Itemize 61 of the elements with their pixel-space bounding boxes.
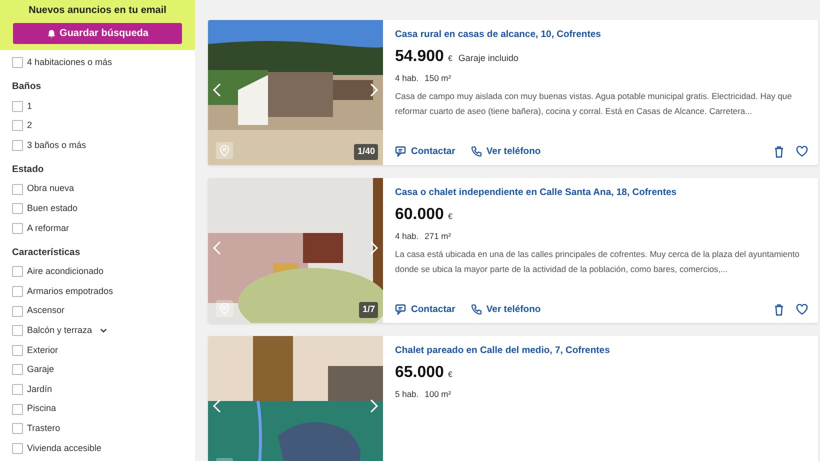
filter-checkbox[interactable]: Balcón y terraza — [12, 320, 183, 341]
currency: € — [448, 211, 452, 223]
filter-checkbox[interactable]: Trastero — [12, 418, 183, 438]
phone-icon — [471, 304, 482, 316]
favorite-button[interactable] — [796, 146, 808, 158]
chat-icon — [395, 304, 407, 316]
rooms: 4 hab. — [395, 72, 419, 85]
filter-checkbox[interactable]: 3 baños o más — [12, 136, 183, 156]
filter-checkbox[interactable]: Aire acondicionado — [12, 262, 183, 282]
listing-title-link[interactable]: Casa rural en casas de alcance, 10, Cofrentes — [395, 28, 808, 42]
listing-title-link[interactable]: Chalet pareado en Calle del medio, 7, Cofrentes — [395, 344, 808, 358]
delete-button[interactable] — [774, 304, 784, 316]
filter-checkbox[interactable]: Jardín — [12, 380, 183, 400]
phone-button[interactable]: Ver teléfono — [471, 302, 541, 317]
chat-icon — [395, 146, 407, 158]
filter-checkbox[interactable]: Piscina — [12, 399, 183, 419]
contact-button[interactable]: Contactar — [395, 144, 456, 159]
filter-checkbox[interactable]: Vivienda accesible — [12, 438, 183, 458]
photo-counter: 1/7 — [359, 302, 378, 318]
previous-photo-button[interactable] — [212, 82, 222, 98]
listing-title-link[interactable]: Casa o chalet independiente en Calle Santa Ana, 18, Cofrentes — [395, 186, 808, 200]
filter-heading: Estado — [12, 163, 45, 178]
listing-description: La casa está ubicada en una de las calles principales de cofrentes. Muy cerca de la plaza del ayuntamiento donde se ubica la mayor parte de la actividad de la población, como bares, comercios,... — [395, 248, 800, 276]
alert-title: Nuevos anuncios en tu email — [28, 5, 166, 17]
contact-button[interactable]: Contactar — [395, 302, 456, 317]
filter-checkbox[interactable]: 2 — [12, 116, 183, 136]
filter-checkbox[interactable]: Armarios empotrados — [12, 282, 183, 302]
photo-counter: 1/40 — [354, 144, 378, 160]
filter-heading: Características — [12, 246, 82, 260]
save-search-button[interactable]: Guardar búsqueda — [13, 23, 182, 44]
price: 60.000 — [395, 205, 444, 225]
filter-heading: Baños — [12, 80, 42, 94]
next-photo-button[interactable] — [369, 82, 379, 98]
favorite-button[interactable] — [796, 304, 808, 316]
next-photo-button[interactable] — [369, 240, 379, 256]
chevron-icon[interactable] — [99, 326, 108, 336]
price: 65.000 — [395, 363, 444, 383]
filter-checkbox[interactable]: Buen estado — [12, 198, 183, 219]
filter-checkbox[interactable]: 4 habitaciones o más — [12, 53, 183, 73]
phone-icon — [471, 146, 482, 158]
area: 100 m² — [424, 388, 452, 401]
filter-checkbox[interactable]: 1 — [12, 96, 183, 116]
rooms: 4 hab. — [395, 230, 419, 243]
currency: € — [448, 53, 452, 65]
delete-button[interactable] — [774, 146, 784, 158]
currency: € — [448, 369, 452, 381]
filter-checkbox[interactable]: Exterior — [12, 340, 183, 360]
price: 54.900 — [395, 47, 444, 67]
area: 271 m² — [424, 230, 452, 243]
rooms: 5 hab. — [395, 388, 419, 401]
filter-checkbox[interactable]: A reformar — [12, 218, 183, 238]
phone-button[interactable]: Ver teléfono — [471, 144, 541, 159]
previous-photo-button[interactable] — [212, 398, 222, 414]
bell-icon — [46, 29, 56, 38]
next-photo-button[interactable] — [369, 398, 379, 414]
listing-description: Casa de campo muy aislada con muy buenas vistas. Agua potable municipal gratis. Electricidad. Hay que reformar cuarto de aseo (tiene bañera), cocina y corral. Está en Casas de Alcance. Carretera... — [395, 90, 793, 118]
filter-checkbox[interactable]: Ascensor — [12, 301, 183, 321]
area: 150 m² — [424, 72, 452, 85]
filter-checkbox[interactable]: Obra nueva — [12, 179, 183, 199]
filter-checkbox[interactable]: Garaje — [12, 360, 183, 380]
price-extra: Garaje incluido — [458, 52, 518, 65]
